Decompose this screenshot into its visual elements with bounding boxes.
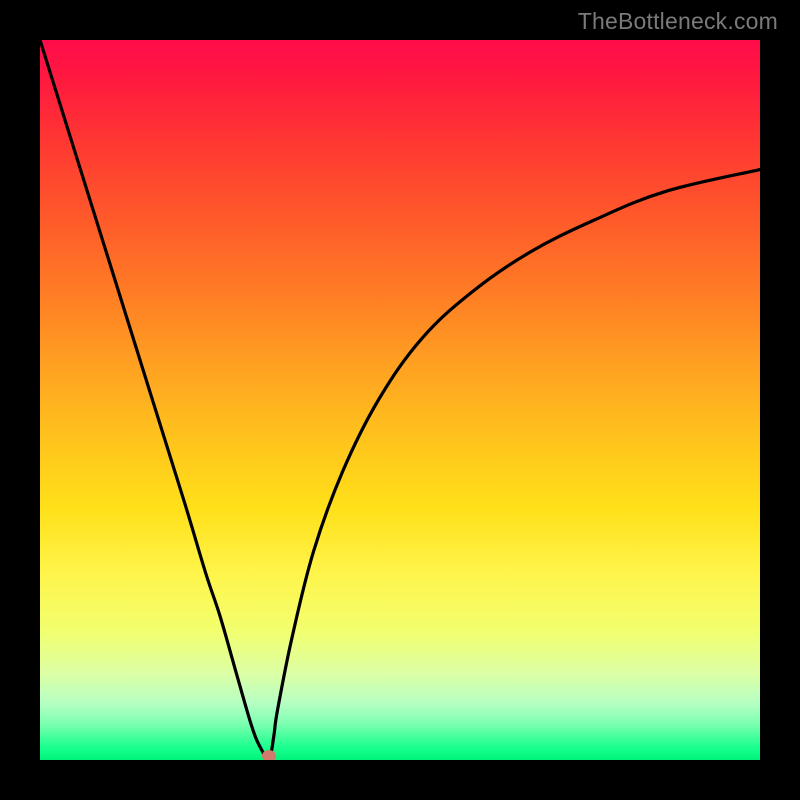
plot-area	[40, 40, 760, 760]
chart-frame: TheBottleneck.com	[0, 0, 800, 800]
gradient-background	[40, 40, 760, 760]
attribution-label: TheBottleneck.com	[578, 8, 778, 35]
